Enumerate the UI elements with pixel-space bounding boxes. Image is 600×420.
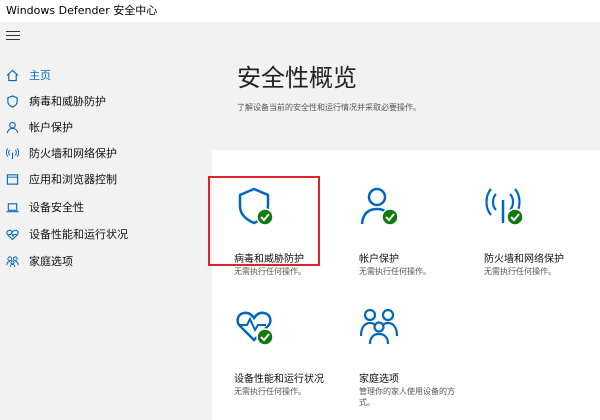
- sidebar-item-device-health[interactable]: 设备性能和运行状况: [0, 221, 212, 247]
- sidebar-item-label: 设备安全性: [29, 201, 84, 214]
- home-icon: [5, 68, 19, 82]
- family-icon: [5, 254, 19, 268]
- heart-check-icon: [236, 311, 274, 346]
- tile-status: 无需执行任何操作。: [234, 267, 306, 276]
- shield-icon: [5, 94, 19, 108]
- heart-icon: [5, 227, 19, 241]
- hamburger-menu-icon[interactable]: [6, 31, 20, 41]
- tile-title: 防火墙和网络保护: [484, 254, 564, 265]
- tile-description: 管理你的家人使用设备的方 式。: [359, 386, 455, 408]
- tile-account-protection[interactable]: 帐户保护 无需执行任何操作。: [337, 170, 455, 280]
- laptop-icon: [5, 200, 19, 214]
- tile-family-options[interactable]: 家庭选项 管理你的家人使用设备的方 式。: [337, 290, 455, 407]
- main-content: 安全性概览 了解设备当前的安全性和运行情况并采取必要操作。 病毒和威胁防护 无需…: [212, 22, 600, 420]
- tile-title: 设备性能和运行状况: [234, 374, 324, 385]
- tile-description-line: 式。: [359, 398, 375, 407]
- sidebar-item-label: 设备性能和运行状况: [29, 228, 128, 241]
- shield-check-icon: [238, 187, 274, 226]
- tile-title: 家庭选项: [359, 374, 399, 385]
- tile-title: 帐户保护: [359, 254, 399, 265]
- sidebar-item-label: 应用和浏览器控制: [29, 173, 117, 186]
- tile-status: 无需执行任何操作。: [484, 267, 556, 276]
- tile-device-health[interactable]: 设备性能和运行状况 无需执行任何操作。: [212, 290, 330, 400]
- sidebar-item-firewall[interactable]: 防火墙和网络保护: [0, 140, 212, 166]
- sidebar-item-label: 帐户保护: [29, 121, 73, 134]
- sidebar-item-device-security[interactable]: 设备安全性: [0, 194, 212, 220]
- page-title: 安全性概览: [237, 64, 357, 92]
- sidebar-item-label: 病毒和威胁防护: [29, 95, 106, 108]
- sidebar-item-account[interactable]: 帐户保护: [0, 114, 212, 140]
- browser-icon: [5, 172, 19, 186]
- tile-firewall[interactable]: 防火墙和网络保护 无需执行任何操作。: [462, 170, 580, 280]
- window-title: Windows Defender 安全中心: [0, 0, 600, 22]
- person-check-icon: [360, 187, 399, 226]
- sidebar: 主页 病毒和威胁防护 帐户保护 防火墙和网络保护 应用和浏览器控制 设备安全性: [0, 22, 212, 420]
- sidebar-item-home[interactable]: 主页: [0, 62, 212, 88]
- tile-virus-protection[interactable]: 病毒和威胁防护 无需执行任何操作。: [212, 170, 330, 280]
- page-subtitle: 了解设备当前的安全性和运行情况并采取必要操作。: [237, 103, 421, 112]
- wifi-icon: [5, 146, 19, 160]
- sidebar-item-label: 家庭选项: [29, 255, 73, 268]
- sidebar-item-family[interactable]: 家庭选项: [0, 248, 212, 274]
- overview-header: 安全性概览 了解设备当前的安全性和运行情况并采取必要操作。: [212, 22, 600, 150]
- sidebar-item-label: 主页: [29, 69, 51, 82]
- tile-description-line: 管理你的家人使用设备的方: [359, 387, 455, 396]
- person-icon: [5, 120, 19, 134]
- tile-grid: 病毒和威胁防护 无需执行任何操作。 帐户保护 无需执行任何操作。 防火墙和网络保…: [212, 150, 600, 420]
- sidebar-item-label: 防火墙和网络保护: [29, 147, 117, 160]
- sidebar-item-app-browser[interactable]: 应用和浏览器控制: [0, 166, 212, 192]
- tile-title: 病毒和威胁防护: [234, 254, 304, 265]
- tile-status: 无需执行任何操作。: [359, 267, 431, 276]
- wifi-check-icon: [485, 188, 524, 226]
- family-icon: [359, 308, 399, 345]
- sidebar-item-virus-protection[interactable]: 病毒和威胁防护: [0, 88, 212, 114]
- tile-status: 无需执行任何操作。: [234, 387, 306, 396]
